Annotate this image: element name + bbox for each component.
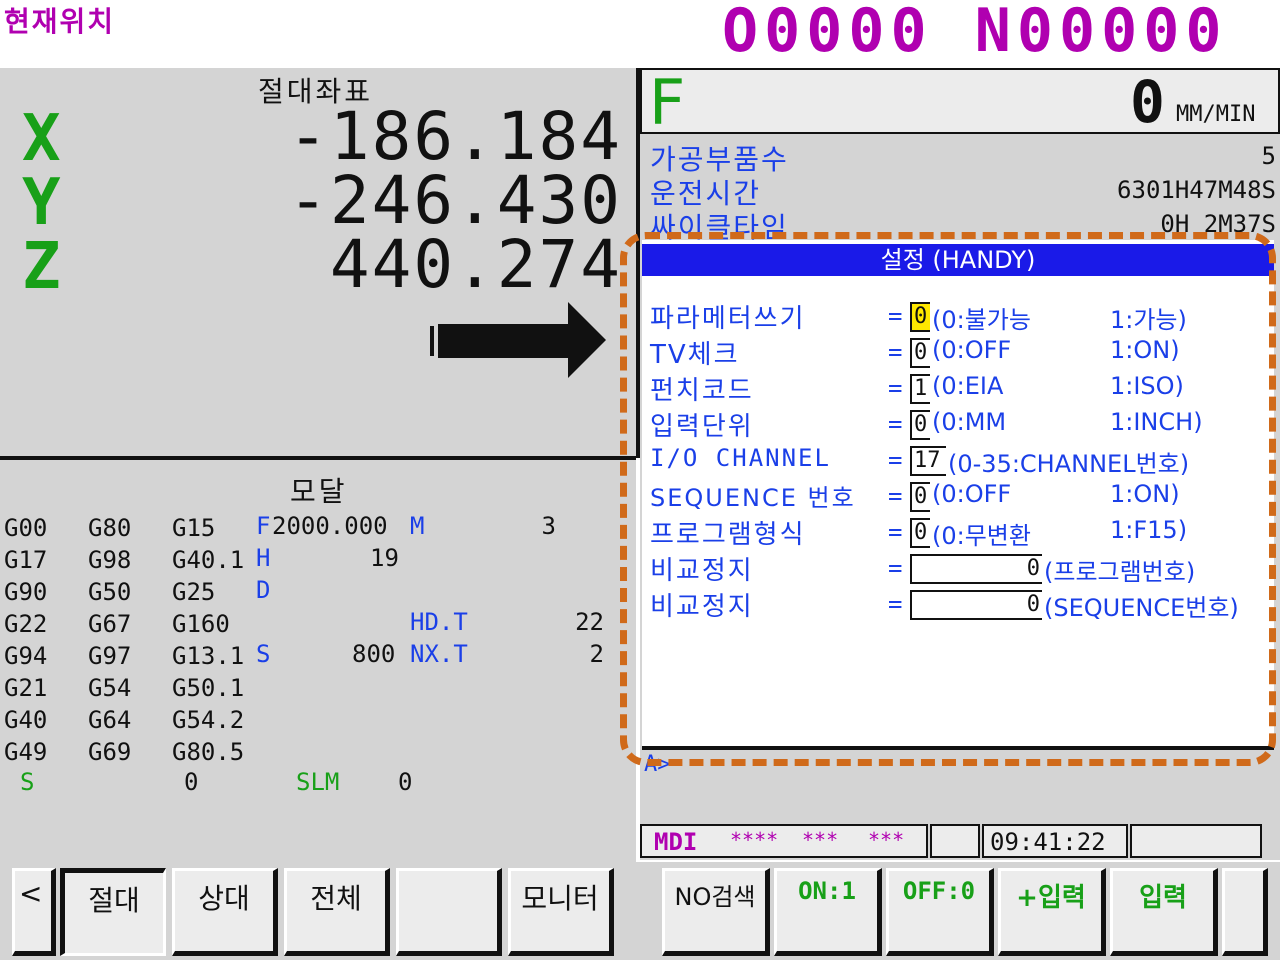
gcode: G69 [88,738,132,766]
status-field-1: **** [730,828,779,852]
parts-count-value: 5 [1261,142,1276,170]
axis-z-value: 440.274 [329,226,622,303]
softkey-prev[interactable]: < [12,868,56,956]
modal-f-value: 2000.000 [272,512,388,540]
softkey-next[interactable] [1222,868,1268,956]
modal-gcodes-col1: G00 G17 G90 G22 G94 G21 G40 G49 [4,512,47,768]
gcode: G98 [88,546,132,574]
highlight-annotation [620,232,1276,766]
status-time: 09:41:22 [990,828,1106,856]
modal-gcodes-col2: G80 G98 G50 G67 G97 G54 G64 G69 [88,512,131,768]
axis-z-label: Z [22,230,61,304]
modal-hdt-label: HD.T [410,608,468,636]
axis-y-label: Y [22,166,61,240]
softkey-absolute[interactable]: 절대 [60,868,166,956]
modal-f-label: F [256,512,271,540]
modal-m-value: 3 [541,512,556,540]
gcode: G67 [88,610,132,638]
axis-x-label: X [22,102,61,176]
gcode: G13.1 [172,642,245,670]
gcode: G54 [88,674,132,702]
modal-heading: 모달 [290,475,348,508]
softkey-relative[interactable]: 상대 [172,868,278,956]
gcode: G21 [4,674,48,702]
screen-title: 현재위치 [4,5,116,38]
status-mode: MDI [654,828,698,856]
modal-nxt-value: 2 [589,640,604,668]
gcode: G40 [4,706,48,734]
modal-h-value: 19 [370,544,399,572]
input-line-area [640,786,1280,824]
program-number: O0000 N00000 [722,0,1228,66]
modal-nxt-label: NX.T [410,640,468,668]
gcode: G50.1 [172,674,245,702]
softkey-plus-input[interactable]: +입력 [998,868,1106,956]
o-number: O0000 [722,0,933,66]
position-panel: 절대좌표 X -186.184 Y -246.430 Z 440.274 [0,68,640,458]
gcode: G00 [4,514,48,542]
modal-d-label: D [256,576,271,604]
gcode: G25 [172,578,216,606]
feed-value: 0 [1130,68,1165,136]
run-time-value: 6301H47M48S [1117,176,1276,204]
slm-value: 0 [398,768,413,796]
modal-hdt-value: 22 [575,608,604,636]
modal-gcodes-col3: G15 G40.1 G25 G160 G13.1 G50.1 G54.2 G80… [172,512,244,768]
modal-s-value: 800 [352,640,396,668]
gcode: G54.2 [172,706,245,734]
spindle-s-value: 0 [184,768,199,796]
gcode: G94 [4,642,48,670]
spindle-s-label: S [20,768,35,796]
arrow-right-icon [430,302,606,378]
softkey-input[interactable]: 입력 [1110,868,1218,956]
gcode: G22 [4,610,48,638]
softkey-off-0[interactable]: OFF:0 [886,868,994,956]
status-box-empty [930,824,980,858]
gcode: G15 [172,514,216,542]
n-number: N00000 [974,0,1228,66]
gcode: G40.1 [172,546,245,574]
gcode: G50 [88,578,132,606]
gcode: G17 [4,546,48,574]
status-field-2: *** [802,828,839,852]
softkey-on-1[interactable]: ON:1 [774,868,882,956]
feed-label: F [648,66,686,139]
status-field-3: *** [868,828,905,852]
modal-m-label: M [410,512,425,540]
feed-unit: MM/MIN [1176,102,1256,127]
gcode: G160 [172,610,230,638]
gcode: G80.5 [172,738,245,766]
softkey-all[interactable]: 전체 [284,868,390,956]
slm-label: SLM [296,768,340,796]
softkey-monitor[interactable]: 모니터 [508,868,614,956]
status-box-empty [1130,824,1262,858]
softkey-no-search[interactable]: NO검색 [662,868,770,956]
gcode: G90 [4,578,48,606]
gcode: G49 [4,738,48,766]
gcode: G80 [88,514,132,542]
modal-h-label: H [256,544,271,572]
softkey-empty[interactable] [396,868,502,956]
gcode: G64 [88,706,132,734]
modal-s-label: S [256,640,271,668]
gcode: G97 [88,642,132,670]
